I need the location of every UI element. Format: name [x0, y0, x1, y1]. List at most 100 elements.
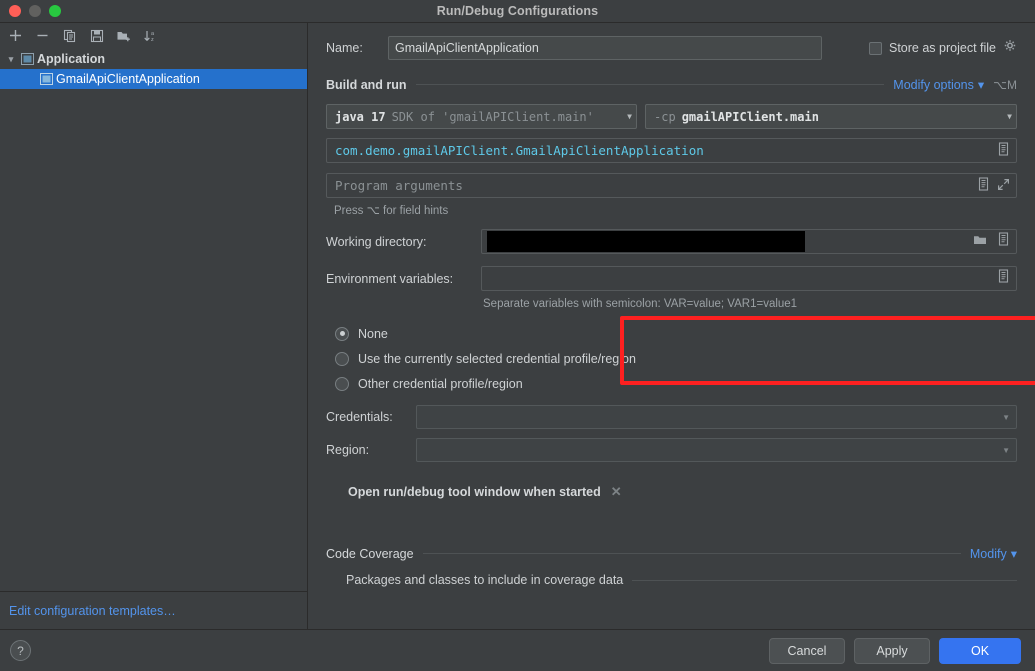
footer-buttons: Cancel Apply OK: [769, 637, 1021, 664]
store-as-project-file-row[interactable]: Store as project file: [869, 39, 1017, 58]
macro-icon[interactable]: [997, 142, 1010, 159]
dialog-body: a z ▾ Application GmailApiClientApplicat…: [0, 23, 1035, 629]
configurations-sidebar: a z ▾ Application GmailApiClientApplicat…: [0, 23, 308, 629]
window-controls: [0, 5, 61, 17]
classpath-value: gmailAPIClient.main: [681, 109, 819, 124]
svg-text:z: z: [151, 37, 154, 43]
chevron-down-icon: ▾: [1010, 547, 1017, 561]
radio-none-label: None: [358, 326, 388, 341]
sort-alphabetically-icon[interactable]: a z: [138, 25, 163, 47]
environment-variables-row: Environment variables:: [326, 266, 1017, 291]
copy-icon[interactable]: [57, 25, 82, 47]
configurations-tree[interactable]: ▾ Application GmailApiClientApplication: [0, 48, 307, 591]
dialog-footer: ? Cancel Apply OK: [0, 629, 1035, 671]
modify-options-button[interactable]: Modify options ▾: [893, 77, 985, 93]
working-directory-input[interactable]: [481, 229, 1017, 254]
environment-variables-icons: [989, 269, 1010, 288]
chevron-down-icon: ▼: [1002, 412, 1010, 422]
expand-icon[interactable]: [997, 178, 1010, 194]
ok-button[interactable]: OK: [939, 637, 1021, 664]
radio-option-current-profile[interactable]: Use the currently selected credential pr…: [326, 346, 1017, 371]
open-tool-window-option[interactable]: Open run/debug tool window when started …: [346, 480, 624, 504]
name-row: Name: GmailApiClientApplication Store as…: [326, 36, 1017, 60]
program-arguments-placeholder: Program arguments: [335, 178, 463, 193]
window-title: Run/Debug Configurations: [436, 4, 599, 18]
application-icon: [18, 53, 37, 65]
name-input[interactable]: GmailApiClientApplication: [388, 36, 822, 60]
credential-options-group: None Use the currently selected credenti…: [326, 321, 1017, 396]
save-icon[interactable]: [84, 25, 109, 47]
chevron-down-icon: ▾: [977, 78, 985, 92]
zoom-window-button[interactable]: [49, 5, 61, 17]
section-divider: [415, 84, 885, 85]
name-input-value: GmailApiClientApplication: [395, 41, 539, 55]
credentials-label: Credentials:: [326, 410, 393, 424]
main-class-value: com.demo.gmailAPIClient.GmailApiClientAp…: [335, 143, 704, 158]
program-arguments-field[interactable]: Program arguments: [326, 173, 1017, 198]
apply-button[interactable]: Apply: [854, 637, 930, 664]
working-directory-row: Working directory:: [326, 229, 1017, 254]
code-coverage-modify-button[interactable]: Modify ▾: [969, 546, 1017, 562]
radio-none[interactable]: [335, 326, 349, 341]
section-divider: [632, 579, 1017, 581]
region-row: Region: ▼: [326, 438, 1017, 462]
region-label: Region:: [326, 443, 370, 457]
environment-variables-input[interactable]: [481, 266, 1017, 291]
sidebar-item-gmailapiclientapplication[interactable]: GmailApiClientApplication: [0, 69, 307, 89]
radio-current-profile[interactable]: [335, 351, 349, 366]
code-coverage-title: Code Coverage: [326, 546, 414, 561]
tree-group-application[interactable]: ▾ Application: [0, 49, 307, 69]
run-config-icon: [37, 73, 56, 85]
chevron-down-icon[interactable]: ▾: [4, 54, 18, 65]
working-directory-redacted-value: [487, 231, 805, 252]
jdk-combo[interactable]: java 17 SDK of 'gmailAPIClient.main' ▼: [326, 104, 637, 129]
tree-group-label: Application: [37, 52, 106, 66]
region-dropdown[interactable]: ▼: [416, 438, 1017, 462]
edit-configuration-templates-link[interactable]: Edit configuration templates…: [9, 604, 176, 618]
macro-icon[interactable]: [997, 232, 1010, 251]
main-class-field-icons: [997, 142, 1010, 159]
macro-icon[interactable]: [977, 177, 990, 194]
run-debug-configurations-dialog: Run/Debug Configurations a z ▾ Applicati…: [0, 0, 1035, 671]
build-and-run-section-header: Build and run Modify options ▾ ⌥M: [326, 77, 1017, 93]
code-coverage-section-header: Code Coverage Modify ▾: [326, 546, 1017, 562]
name-label: Name:: [326, 41, 363, 55]
main-class-field[interactable]: com.demo.gmailAPIClient.GmailApiClientAp…: [326, 138, 1017, 163]
cancel-button[interactable]: Cancel: [769, 637, 845, 664]
radio-other-profile[interactable]: [335, 376, 349, 391]
folder-browse-icon[interactable]: [973, 233, 988, 251]
field-hint-text: Press ⌥ for field hints: [334, 205, 449, 217]
close-window-button[interactable]: [9, 5, 21, 17]
radio-option-none[interactable]: None: [326, 321, 1017, 346]
working-directory-icons: [965, 232, 1010, 251]
coverage-packages-title: Packages and classes to include in cover…: [346, 573, 624, 587]
classpath-combo[interactable]: -cp gmailAPIClient.main ▼: [645, 104, 1017, 129]
help-button[interactable]: ?: [10, 640, 31, 661]
modify-options-shortcut: ⌥M: [993, 77, 1017, 92]
new-folder-icon[interactable]: [111, 25, 136, 47]
sidebar-toolbar: a z: [0, 23, 307, 48]
minimize-window-button[interactable]: [29, 5, 41, 17]
jdk-combo-primary: java 17: [335, 109, 386, 124]
credentials-dropdown[interactable]: ▼: [416, 405, 1017, 429]
macro-icon[interactable]: [997, 269, 1010, 288]
radio-option-other-profile[interactable]: Other credential profile/region: [326, 371, 1017, 396]
jdk-combo-secondary: SDK of 'gmailAPIClient.main': [391, 109, 594, 124]
open-tool-window-label: Open run/debug tool window when started: [348, 485, 601, 499]
code-coverage-modify-label: Modify: [969, 546, 1007, 561]
gear-icon[interactable]: [1003, 39, 1017, 58]
section-divider: [422, 553, 961, 554]
chevron-down-icon: ▼: [1007, 112, 1012, 121]
working-directory-label: Working directory:: [326, 234, 427, 249]
add-icon[interactable]: [3, 25, 28, 47]
close-icon[interactable]: ✕: [611, 484, 622, 500]
radio-current-profile-label: Use the currently selected credential pr…: [358, 351, 636, 366]
coverage-packages-subsection: Packages and classes to include in cover…: [326, 573, 1017, 587]
radio-other-profile-label: Other credential profile/region: [358, 376, 523, 391]
configuration-form: Name: GmailApiClientApplication Store as…: [308, 23, 1035, 629]
build-and-run-title: Build and run: [326, 77, 407, 92]
configuration-editor-panel: Name: GmailApiClientApplication Store as…: [308, 23, 1035, 629]
remove-icon[interactable]: [30, 25, 55, 47]
store-as-project-file-checkbox[interactable]: [869, 41, 882, 55]
store-as-project-file-label: Store as project file: [889, 41, 996, 55]
